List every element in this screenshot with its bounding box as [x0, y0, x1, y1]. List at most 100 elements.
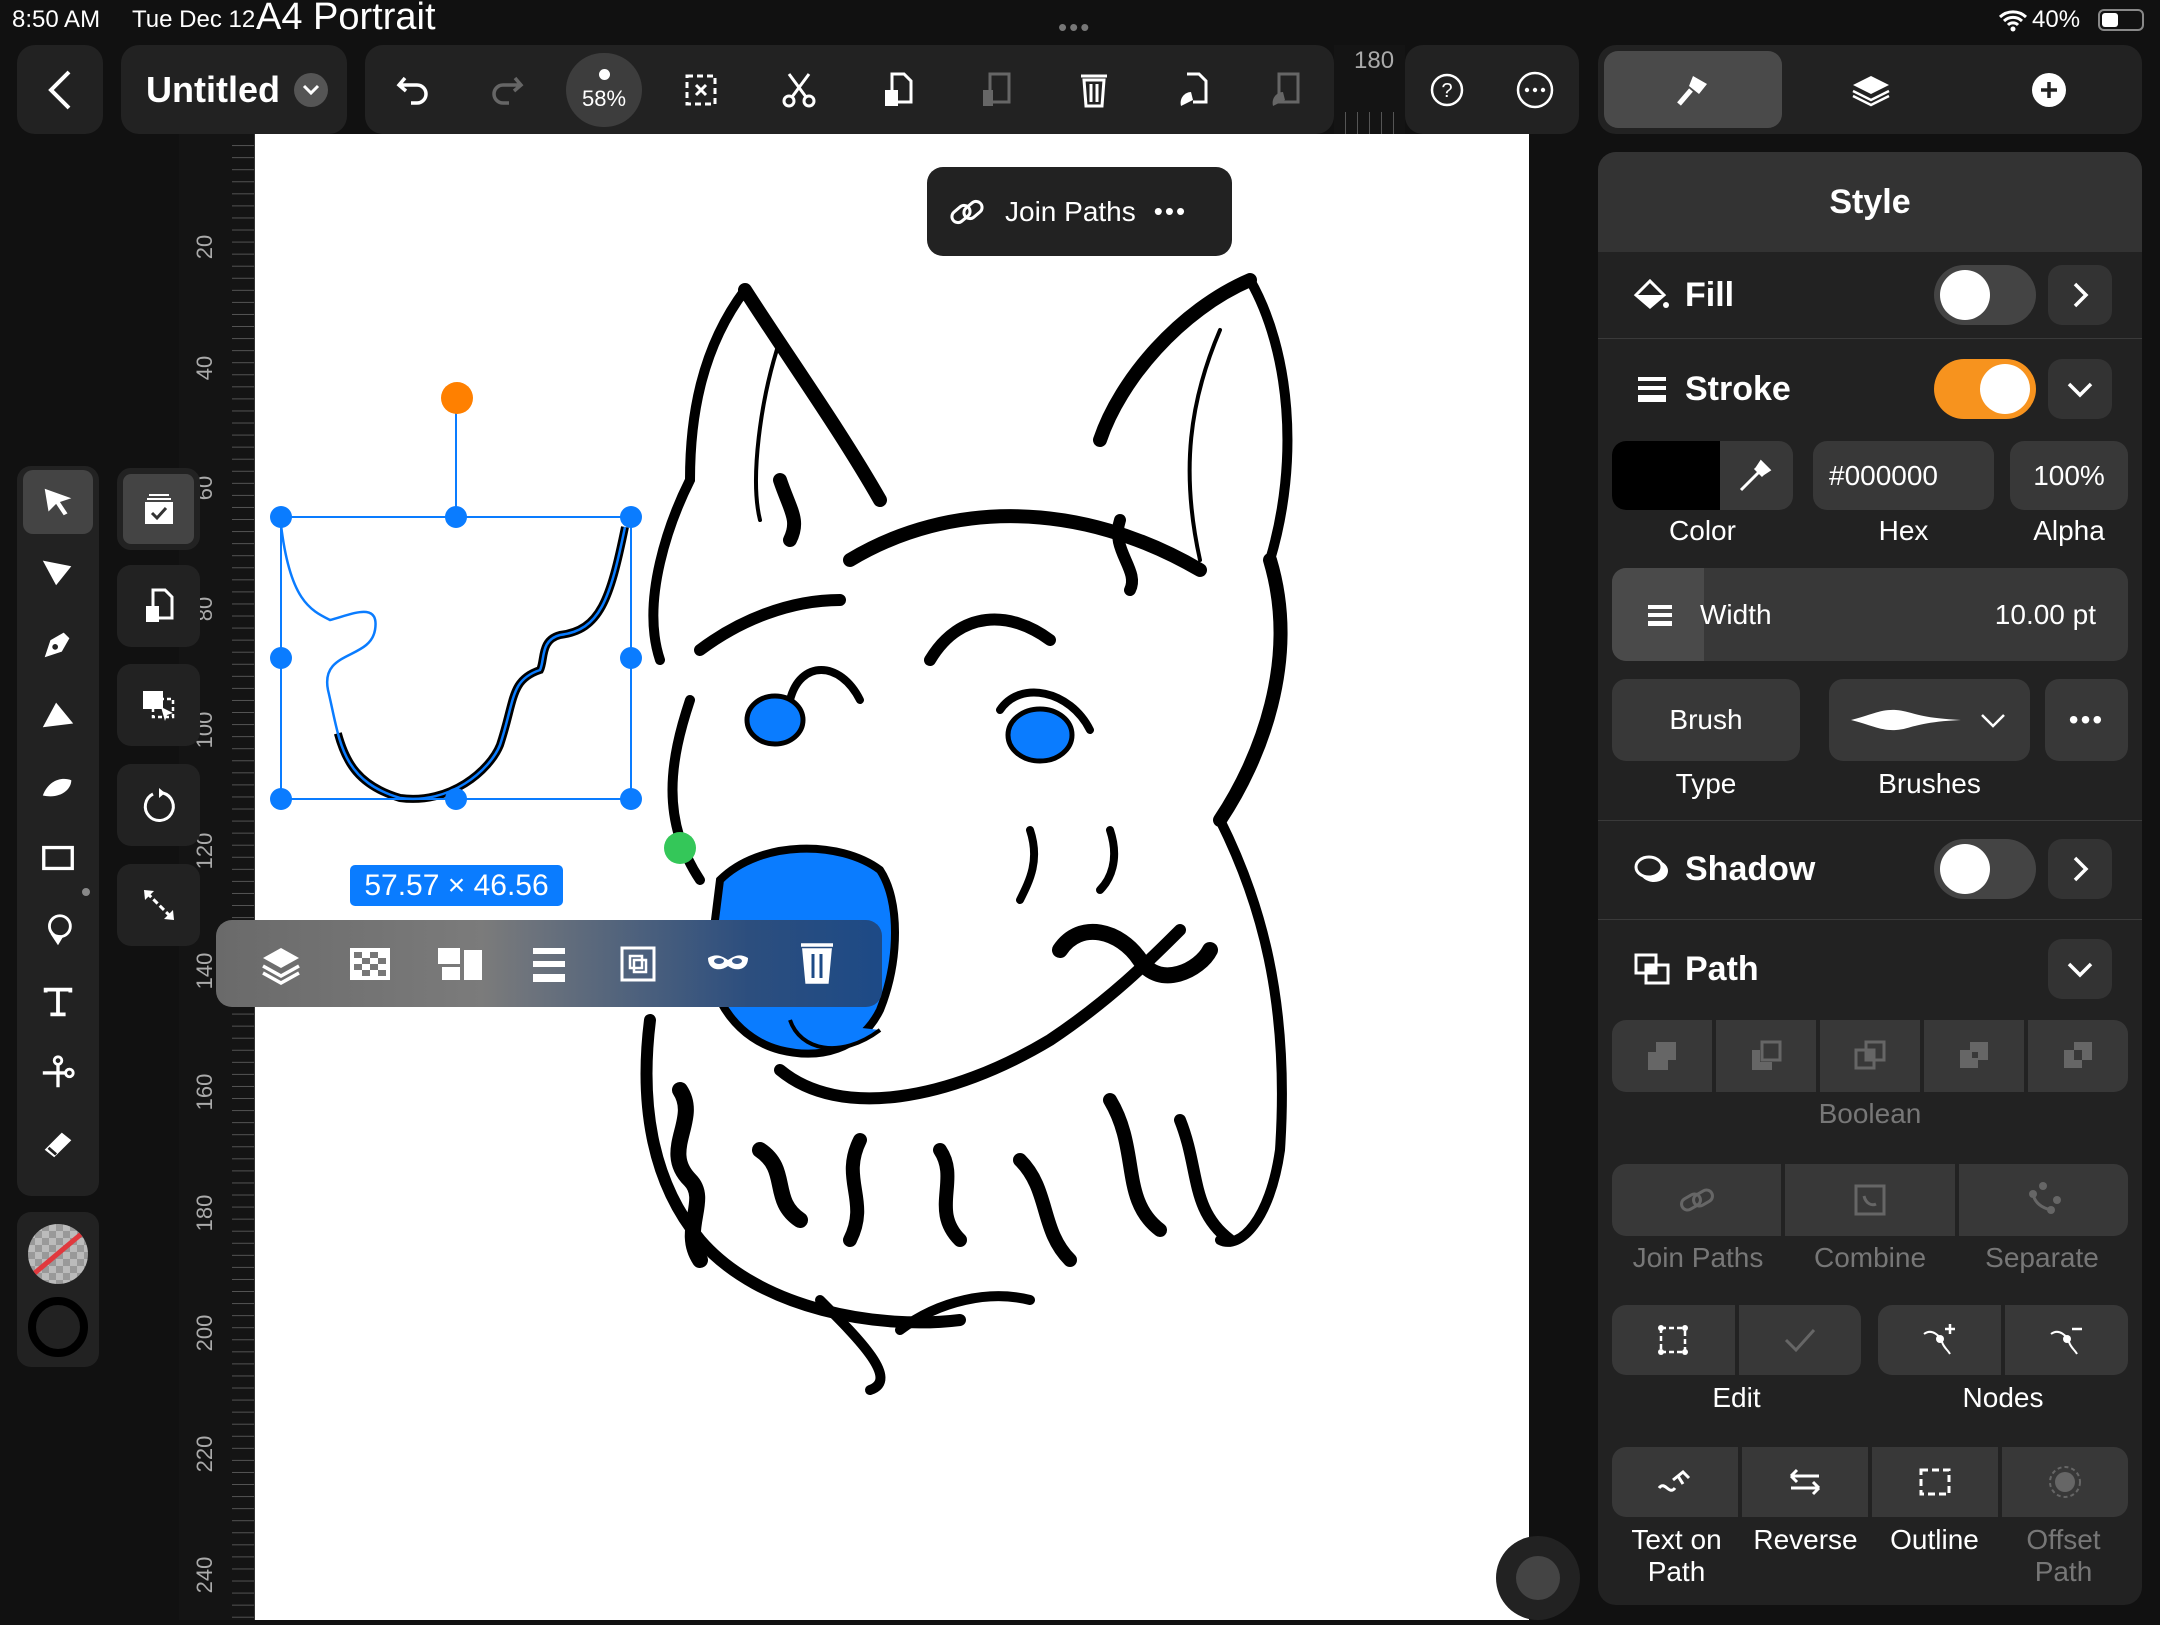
- resize-handle[interactable]: [445, 506, 467, 528]
- resize-handle[interactable]: [270, 647, 292, 669]
- hex-input[interactable]: #000000: [1813, 441, 1994, 510]
- trash-icon[interactable]: [793, 940, 841, 988]
- combine-icon: [1854, 1184, 1886, 1216]
- boolean-divide-button[interactable]: [2028, 1020, 2128, 1092]
- tab-style[interactable]: [1604, 51, 1782, 128]
- nodes-label: Nodes: [1962, 1382, 2044, 1413]
- scale-button[interactable]: [117, 864, 200, 946]
- copy-style-button[interactable]: [1153, 45, 1233, 134]
- document-title: Untitled: [146, 68, 280, 110]
- boolean-frame-icon[interactable]: [614, 940, 662, 988]
- help-toolbar: ?: [1405, 45, 1579, 134]
- stroke-width-slider[interactable]: Width 10.00 pt: [1612, 568, 2128, 661]
- anchor-point[interactable]: [664, 832, 696, 864]
- shadow-expand-button[interactable]: [2048, 839, 2112, 899]
- join-paths-popup[interactable]: Join Paths •••: [927, 167, 1232, 256]
- reverse-button[interactable]: [1742, 1447, 1868, 1517]
- document-title-button[interactable]: Untitled: [121, 45, 347, 134]
- stroke-color-well[interactable]: [28, 1297, 88, 1357]
- multitask-dots[interactable]: •••: [1058, 12, 1091, 43]
- combine-button[interactable]: [1785, 1164, 1955, 1236]
- tool-lasso[interactable]: [23, 898, 93, 962]
- stroke-collapse-button[interactable]: [2048, 359, 2112, 419]
- resize-handle[interactable]: [620, 506, 642, 528]
- mask-icon[interactable]: [704, 940, 752, 988]
- boolean-intersect-button[interactable]: [1820, 1020, 1920, 1092]
- tool-brush[interactable]: [23, 754, 93, 818]
- path-ops-buttons: [1612, 1447, 2128, 1517]
- horizontal-ruler[interactable]: 180: [1334, 45, 1405, 134]
- eraser-icon: [44, 1132, 72, 1158]
- resize-handle[interactable]: [270, 788, 292, 810]
- tool-select[interactable]: [23, 470, 93, 534]
- tool-vector-brush[interactable]: [23, 682, 93, 746]
- help-button[interactable]: ?: [1407, 45, 1487, 134]
- quick-action-button[interactable]: [1496, 1536, 1580, 1620]
- stroke-toggle[interactable]: [1934, 359, 2036, 419]
- distribute-icon[interactable]: [525, 940, 573, 988]
- remove-node-button[interactable]: [2005, 1305, 2128, 1375]
- deselect-button[interactable]: [661, 45, 741, 134]
- paste-button[interactable]: [956, 45, 1036, 134]
- undo-button[interactable]: [373, 45, 453, 134]
- tab-add[interactable]: [1960, 51, 2138, 128]
- brush-stroke-preview: [1851, 709, 1961, 731]
- more-icon[interactable]: •••: [1154, 196, 1187, 227]
- tool-shape[interactable]: [23, 826, 93, 890]
- resize-handle[interactable]: [445, 788, 467, 810]
- pin-selection-button[interactable]: [117, 468, 200, 550]
- resize-handle[interactable]: [620, 788, 642, 810]
- undo-icon: [396, 76, 428, 105]
- resize-handle[interactable]: [270, 506, 292, 528]
- back-button[interactable]: [17, 45, 103, 134]
- boolean-union-button[interactable]: [1612, 1020, 1712, 1092]
- shadow-toggle[interactable]: [1934, 839, 2036, 899]
- tool-pen[interactable]: [23, 612, 93, 676]
- select-same-button[interactable]: [117, 664, 200, 746]
- stroke-type-button[interactable]: Brush: [1612, 679, 1800, 761]
- brush-options-button[interactable]: •••: [2045, 679, 2128, 761]
- brushes-dropdown[interactable]: [1829, 679, 2030, 761]
- fill-toggle[interactable]: [1934, 265, 2036, 325]
- shadow-row: Shadow: [1598, 826, 2142, 912]
- edit-path-button[interactable]: [1612, 1305, 1735, 1375]
- tool-eraser[interactable]: [23, 1112, 93, 1176]
- more-button[interactable]: [1495, 45, 1575, 134]
- svg-text:?: ?: [1441, 80, 1452, 102]
- opacity-checker-icon[interactable]: [346, 940, 394, 988]
- paste-style-button[interactable]: [1245, 45, 1325, 134]
- edit-buttons: [1612, 1305, 1861, 1375]
- tool-direct-select[interactable]: [23, 540, 93, 604]
- boolean-subtract-button[interactable]: [1716, 1020, 1816, 1092]
- rotate-handle[interactable]: [441, 382, 473, 414]
- add-node-button[interactable]: [1878, 1305, 2001, 1375]
- join-paths-button[interactable]: [1612, 1164, 1782, 1236]
- rotate-button[interactable]: [117, 764, 200, 846]
- duplicate-button[interactable]: [117, 565, 200, 647]
- boolean-exclude-button[interactable]: [1924, 1020, 2024, 1092]
- redo-button[interactable]: [467, 45, 547, 134]
- copy-button[interactable]: [858, 45, 938, 134]
- text-on-path-button[interactable]: [1612, 1447, 1738, 1517]
- fill-color-well-none[interactable]: [28, 1224, 88, 1284]
- stroke-color-well[interactable]: [1612, 441, 1793, 510]
- tool-scissors[interactable]: [23, 1040, 93, 1104]
- align-icon[interactable]: [436, 940, 484, 988]
- eyedropper-icon[interactable]: [1735, 456, 1775, 496]
- cut-button[interactable]: [759, 45, 839, 134]
- path-collapse-button[interactable]: [2048, 939, 2112, 999]
- tab-layers[interactable]: [1782, 51, 1960, 128]
- offset-path-button[interactable]: [2002, 1447, 2128, 1517]
- delete-button[interactable]: [1054, 45, 1134, 134]
- pen-icon: [44, 632, 70, 658]
- fill-label: Fill: [1685, 275, 1735, 314]
- layers-arrange-icon[interactable]: [257, 940, 305, 988]
- alpha-input[interactable]: 100%: [2010, 441, 2128, 510]
- resize-handle[interactable]: [620, 647, 642, 669]
- separate-button[interactable]: [1958, 1164, 2128, 1236]
- outline-button[interactable]: [1872, 1447, 1998, 1517]
- tool-text[interactable]: [23, 970, 93, 1034]
- zoom-level-button[interactable]: 58%: [566, 53, 642, 127]
- fill-expand-button[interactable]: [2048, 265, 2112, 325]
- edit-done-button[interactable]: [1738, 1305, 1861, 1375]
